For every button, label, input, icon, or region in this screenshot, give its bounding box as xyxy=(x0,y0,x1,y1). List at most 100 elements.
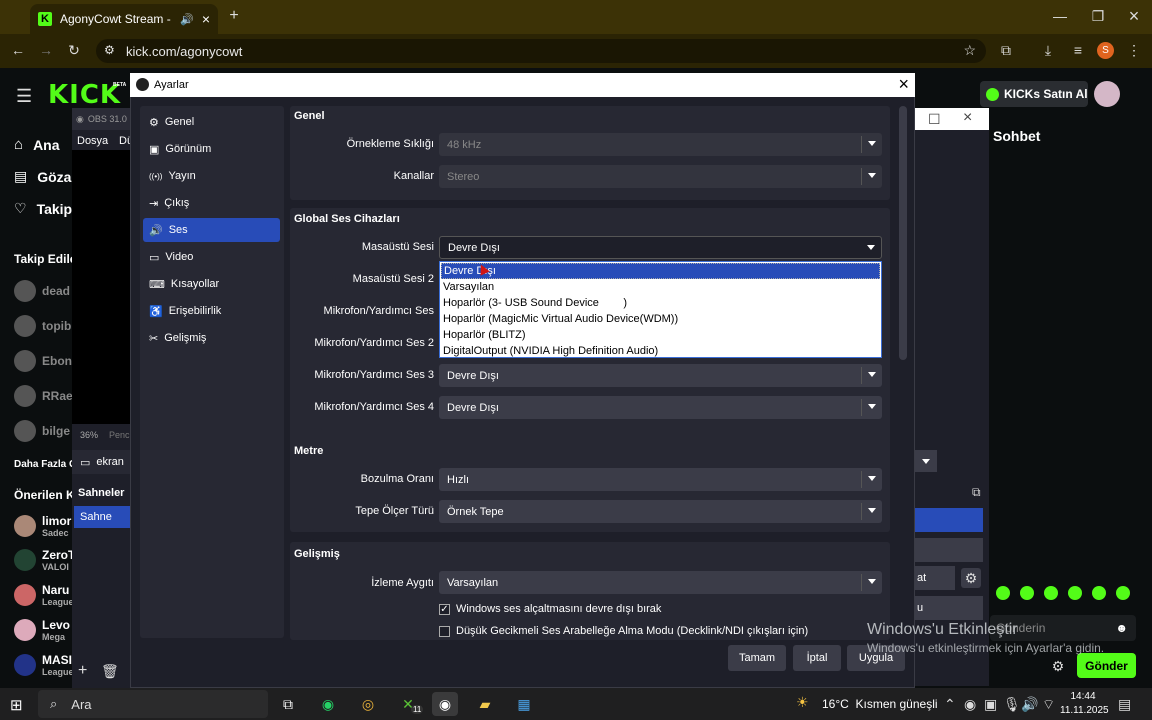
add-scene-icon[interactable]: + xyxy=(78,662,87,680)
media-control-icon[interactable]: ≡ xyxy=(1070,42,1086,58)
hamburger-menu-icon[interactable]: ☰ xyxy=(16,86,32,107)
volume-icon[interactable]: 🔊 xyxy=(1021,696,1038,713)
send-button[interactable]: Gönder xyxy=(1077,653,1136,678)
browser-tab[interactable]: K AgonyCowt Stream - Watch 🔊 × xyxy=(30,4,218,34)
obs-right-control[interactable] xyxy=(915,538,983,562)
url-field[interactable]: ⚙ kick.com/agonycowt ☆ xyxy=(96,39,986,63)
settings-scrollbar[interactable] xyxy=(899,106,907,360)
back-icon[interactable]: ← xyxy=(10,42,26,58)
obs-close-icon[interactable]: × xyxy=(963,109,972,127)
audio-icon[interactable]: 🔊 xyxy=(180,13,194,26)
kick-logo[interactable]: KICK xyxy=(48,80,121,110)
dropdown-option-nvidia[interactable]: DigitalOutput (NVIDIA High Definition Au… xyxy=(441,343,880,359)
emote-icon[interactable] xyxy=(1092,586,1106,600)
mic-aux-3-select[interactable]: Devre Dışı xyxy=(439,364,882,387)
list-item[interactable]: limor Sadec xyxy=(14,514,71,538)
dropdown-option-usb-sound[interactable]: Hoparlör (3- USB Sound Device ) xyxy=(441,295,880,311)
bookmark-star-icon[interactable]: ☆ xyxy=(963,42,976,59)
ducking-label[interactable]: Windows ses alçaltmasını devre dışı bıra… xyxy=(456,603,661,615)
list-item[interactable]: MASI League xyxy=(14,653,74,677)
close-window-icon[interactable]: × xyxy=(1126,6,1142,27)
list-item[interactable]: bilge xyxy=(14,420,70,442)
chat-settings-icon[interactable]: ⚙ xyxy=(1050,658,1066,675)
nav-cikis[interactable]: ⇥ Çıkış xyxy=(143,191,280,215)
list-item[interactable]: Naru League xyxy=(14,583,74,607)
peak-meter-select[interactable]: Örnek Tepe xyxy=(439,500,882,523)
close-tab-icon[interactable]: × xyxy=(202,11,210,27)
file-explorer-icon[interactable]: ▰ xyxy=(472,692,498,716)
show-more-link[interactable]: Daha Fazla G xyxy=(14,459,72,470)
cancel-button[interactable]: İptal xyxy=(793,645,841,671)
obs-source-row[interactable]: ▭ ekran xyxy=(72,450,130,474)
taskbar-search[interactable]: ⌕ Ara xyxy=(38,690,268,718)
sample-rate-select[interactable]: 48 kHz xyxy=(439,133,882,156)
emote-icon[interactable] xyxy=(1044,586,1058,600)
obs-settings-gear-icon[interactable]: ⚙ xyxy=(961,568,981,588)
store-icon[interactable]: ▦ xyxy=(511,692,537,716)
list-item[interactable]: Ebon xyxy=(14,350,72,372)
obs-right-control[interactable] xyxy=(915,508,983,532)
ducking-checkbox[interactable]: ✓ xyxy=(439,604,450,615)
emote-icon[interactable] xyxy=(996,586,1010,600)
nav-browse[interactable]: ▤ Göza xyxy=(14,168,71,185)
dropdown-option-disabled[interactable]: Devre Dışı xyxy=(441,263,880,279)
monitoring-device-select[interactable]: Varsayılan xyxy=(439,571,882,594)
site-info-icon[interactable]: ⚙ xyxy=(104,43,115,57)
channels-select[interactable]: Stereo xyxy=(439,165,882,188)
emote-icon[interactable] xyxy=(1068,586,1082,600)
download-icon[interactable]: ⤓ xyxy=(1040,42,1056,59)
extensions-icon[interactable]: ⧉ xyxy=(998,42,1014,59)
list-item[interactable]: dead xyxy=(14,280,70,302)
forward-icon[interactable]: → xyxy=(38,42,54,58)
nav-home[interactable]: ⌂ Ana xyxy=(14,136,60,153)
browser-menu-icon[interactable]: ⋮ xyxy=(1126,42,1142,59)
task-view-icon[interactable]: ⧉ xyxy=(275,692,301,716)
decay-rate-select[interactable]: Hızlı xyxy=(439,468,882,491)
low-latency-label[interactable]: Düşük Gecikmeli Ses Arabelleğe Alma Modu… xyxy=(456,625,808,637)
whatsapp-icon[interactable]: ◉ xyxy=(315,692,341,716)
tray-chevron-icon[interactable]: ⌃ xyxy=(944,696,956,713)
restore-window-icon[interactable]: ❐ xyxy=(1090,8,1106,25)
reload-icon[interactable]: ↻ xyxy=(66,42,82,58)
emote-icon[interactable] xyxy=(1020,586,1034,600)
emote-icon[interactable] xyxy=(1116,586,1130,600)
dropdown-option-blitz[interactable]: Hoparlör (BLITZ) xyxy=(441,327,880,343)
chrome-icon[interactable]: ◎ xyxy=(355,692,381,716)
emoji-icon[interactable]: ☻ xyxy=(1115,621,1128,635)
low-latency-checkbox[interactable] xyxy=(439,626,450,637)
microphone-icon[interactable]: 🎙 xyxy=(1003,696,1021,713)
obs-taskbar-icon[interactable]: ◉ xyxy=(432,692,458,716)
windows-start-icon[interactable]: ⊞ xyxy=(10,696,23,714)
close-dialog-icon[interactable]: × xyxy=(898,74,909,95)
list-item[interactable]: ZeroT VALOI xyxy=(14,548,75,572)
minimize-window-icon[interactable]: — xyxy=(1052,8,1068,24)
tray-app-icon[interactable]: ▣ xyxy=(984,696,997,713)
nav-ses[interactable]: 🔊 Ses xyxy=(143,218,280,242)
ok-button[interactable]: Tamam xyxy=(728,645,786,671)
obs-right-control[interactable]: at xyxy=(915,566,955,590)
buy-kicks-button[interactable]: KICKs Satın Al xyxy=(980,81,1088,107)
dropdown-option-magicmic[interactable]: Hoparlör (MagicMic Virtual Audio Device(… xyxy=(441,311,880,327)
profile-avatar[interactable]: S xyxy=(1097,42,1114,59)
weather-text[interactable]: 16°C Kısmen güneşli xyxy=(822,697,938,711)
scene-item[interactable]: Sahne xyxy=(74,506,130,528)
obs-tray-icon[interactable]: ◉ xyxy=(964,696,976,713)
user-avatar[interactable] xyxy=(1094,81,1120,107)
list-item[interactable]: RRae xyxy=(14,385,73,407)
clock[interactable]: 14:44 11.11.2025 xyxy=(1060,690,1109,718)
list-item[interactable]: Levo Mega xyxy=(14,618,70,642)
network-icon[interactable]: ⌔ xyxy=(1042,696,1055,714)
obs-right-control[interactable]: u xyxy=(915,596,983,620)
list-item[interactable]: topib xyxy=(14,315,71,337)
nav-genel[interactable]: ⚙ Genel xyxy=(143,110,280,134)
obs-maximize-icon[interactable]: ☐ xyxy=(928,111,941,128)
mic-aux-4-select[interactable]: Devre Dışı xyxy=(439,396,882,419)
delete-scene-icon[interactable]: 🗑 xyxy=(101,663,119,680)
obs-right-dropdown[interactable] xyxy=(915,450,937,472)
desktop-audio-select[interactable]: Devre Dışı xyxy=(439,236,882,259)
new-tab-icon[interactable]: + xyxy=(226,7,242,24)
dock-undock-icon[interactable]: ⧉ xyxy=(972,485,981,500)
nav-following[interactable]: ♡ Takip xyxy=(14,200,72,217)
obs-menu-file[interactable]: Dosya xyxy=(77,135,108,147)
dropdown-option-default[interactable]: Varsayılan xyxy=(441,279,880,295)
